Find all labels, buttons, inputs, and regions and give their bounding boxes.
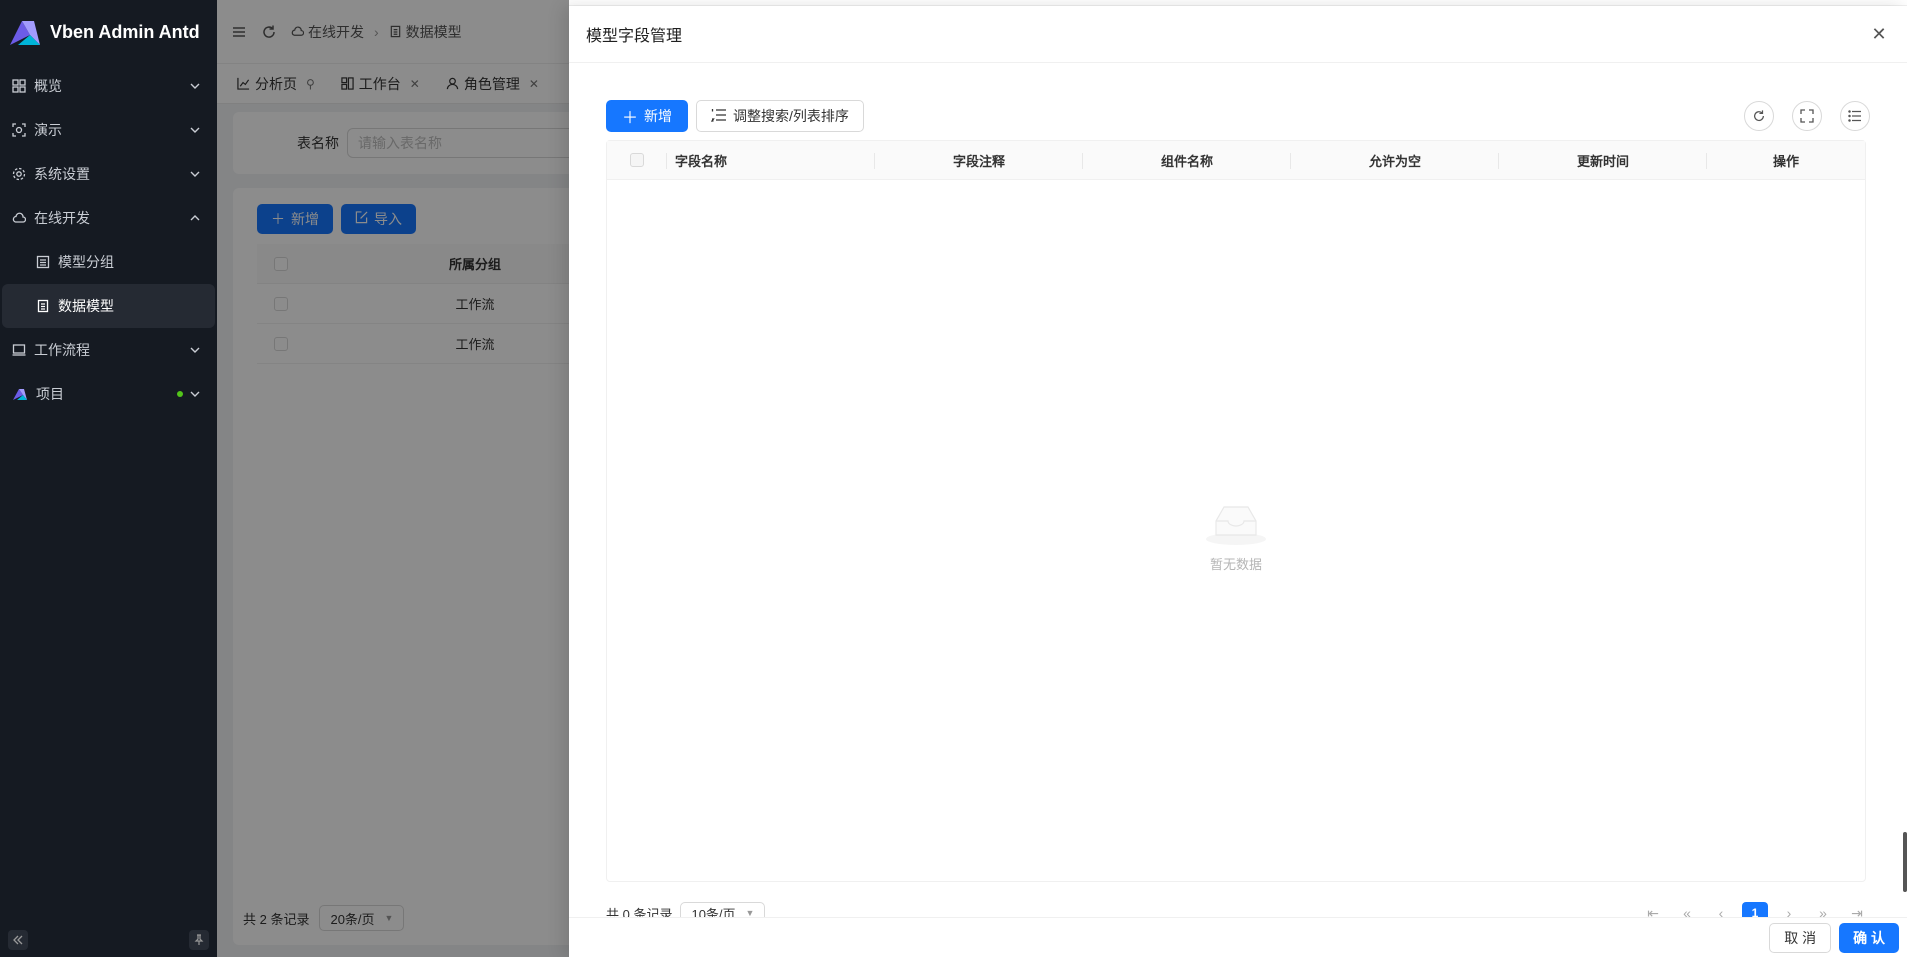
collapse-sidebar-button[interactable]	[8, 930, 28, 950]
reload-button[interactable]	[1744, 101, 1774, 131]
list-icon	[1848, 110, 1861, 122]
empty-box-icon	[1204, 501, 1268, 548]
sidebar-item-workflow[interactable]: 工作流程	[2, 328, 215, 372]
scrollbar-thumb[interactable]	[1903, 832, 1907, 892]
chevron-down-icon	[189, 388, 201, 400]
field-table-header: 字段名称 字段注释 组件名称 允许为空 更新时间 操作	[607, 141, 1865, 180]
field-management-drawer: 模型字段管理 ✕ ＋ 新增 调整搜索/列表排序 字段名称 字段注释 组件名称 允…	[569, 6, 1907, 957]
cancel-button[interactable]: 取 消	[1769, 922, 1832, 953]
sidebar-bottom-bar	[0, 923, 217, 957]
column-header: 字段名称	[667, 141, 875, 179]
gear-icon	[12, 167, 26, 181]
drawer-toolbar: ＋ 新增 调整搜索/列表排序	[606, 100, 1870, 132]
scan-icon	[12, 123, 26, 137]
select-all-checkbox[interactable]	[630, 153, 644, 167]
column-settings-button[interactable]	[1840, 101, 1870, 131]
confirm-button[interactable]: 确 认	[1839, 922, 1899, 953]
monitor-icon	[12, 343, 26, 357]
grid-icon	[12, 79, 26, 93]
vben-logo-icon	[8, 17, 42, 47]
empty-text: 暂无数据	[1209, 557, 1262, 572]
adjust-sort-button[interactable]: 调整搜索/列表排序	[696, 100, 864, 132]
sidebar-item-label: 数据模型	[58, 298, 114, 314]
field-table: 字段名称 字段注释 组件名称 允许为空 更新时间 操作 暂无数据	[606, 140, 1866, 882]
pin-sidebar-button[interactable]	[189, 930, 209, 950]
adjust-sort-label: 调整搜索/列表排序	[733, 108, 849, 124]
sidebar-item-label: 模型分组	[58, 254, 114, 270]
sidebar-item-label: 概览	[34, 78, 62, 94]
chevron-down-icon	[189, 168, 201, 180]
sidebar-item-label: 系统设置	[34, 166, 90, 182]
sidebar-item-label: 演示	[34, 122, 62, 138]
sidebar-item-model-group[interactable]: 模型分组	[2, 240, 215, 284]
sidebar-item-label: 工作流程	[34, 342, 90, 358]
fullscreen-button[interactable]	[1792, 101, 1822, 131]
chevron-up-icon	[189, 212, 201, 224]
column-header: 更新时间	[1499, 141, 1707, 179]
ordered-list-icon	[710, 108, 727, 125]
sidebar-item-overview[interactable]: 概览	[2, 64, 215, 108]
column-header: 组件名称	[1083, 141, 1291, 179]
column-header: 字段注释	[875, 141, 1083, 179]
app-logo-row[interactable]: Vben Admin Antd	[0, 0, 217, 64]
double-chevron-left-icon	[13, 935, 23, 945]
sidebar-item-data-model[interactable]: 数据模型	[2, 284, 215, 328]
add-field-button[interactable]: ＋ 新增	[606, 100, 689, 132]
sidebar-item-label: 项目	[36, 386, 64, 402]
sidebar-item-demo[interactable]: 演示	[2, 108, 215, 152]
empty-state: 暂无数据	[1204, 501, 1268, 573]
status-dot	[177, 391, 183, 397]
fullscreen-icon	[1800, 109, 1814, 123]
sidebar-item-project[interactable]: 项目	[2, 372, 215, 416]
pin-icon	[194, 934, 204, 945]
drawer-header: 模型字段管理 ✕	[569, 6, 1907, 63]
column-header: 操作	[1772, 153, 1799, 169]
list-icon	[36, 255, 50, 269]
add-field-label: 新增	[644, 108, 673, 124]
chevron-down-icon	[189, 80, 201, 92]
cloud-icon	[12, 211, 26, 225]
drawer-footer: 取 消 确 认	[569, 917, 1907, 957]
refresh-icon	[1754, 110, 1764, 122]
sidebar: Vben Admin Antd 概览 演示 系统设置 在线开发 模型分组 数据模…	[0, 0, 217, 957]
drawer-title: 模型字段管理	[586, 28, 683, 45]
sidebar-item-settings[interactable]: 系统设置	[2, 152, 215, 196]
app-title: Vben Admin Antd	[50, 21, 200, 42]
close-icon[interactable]: ✕	[1868, 23, 1890, 45]
chevron-down-icon	[189, 124, 201, 136]
sidebar-item-label: 在线开发	[34, 210, 90, 226]
column-header: 允许为空	[1291, 141, 1499, 179]
chevron-down-icon	[189, 344, 201, 356]
plus-icon: ＋	[622, 110, 639, 127]
doc-icon	[36, 299, 50, 313]
sidebar-item-online-dev[interactable]: 在线开发	[2, 196, 215, 240]
vben-logo-icon	[12, 387, 28, 401]
